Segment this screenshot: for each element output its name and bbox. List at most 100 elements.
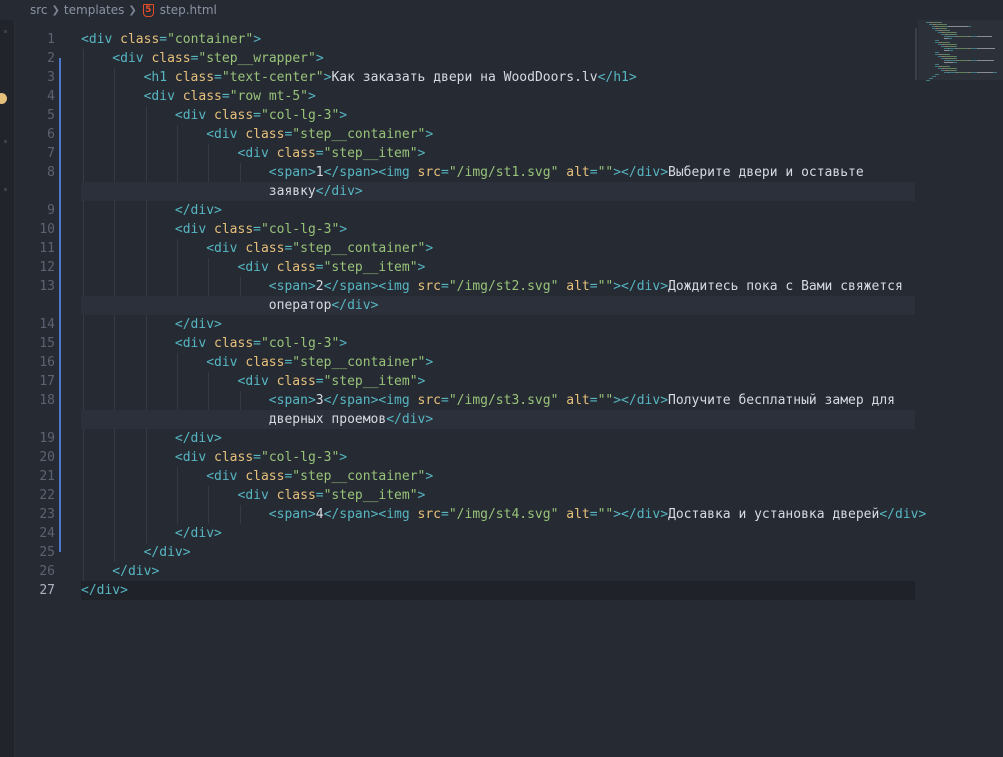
code-token: = <box>589 507 598 522</box>
code-line[interactable]: <div class="step__container"> <box>206 239 433 258</box>
minimap-token <box>959 48 967 49</box>
line-number: 18 <box>39 393 55 408</box>
minimap-token <box>938 40 939 41</box>
chevron-right-icon: ❯ <box>51 4 60 16</box>
minimap-token <box>934 22 941 23</box>
code-line[interactable]: <span>4</span><img src="/img/st4.svg" al… <box>269 505 927 524</box>
code-line[interactable]: <div class="col-lg-3"> <box>175 106 347 125</box>
code-token: src <box>417 507 442 522</box>
code-token: "step__item" <box>323 260 418 275</box>
line-number: 4 <box>47 89 55 104</box>
code-token: </ <box>143 545 160 560</box>
code-token: "col-lg-3" <box>261 222 340 237</box>
code-token: "col-lg-3" <box>261 450 340 465</box>
code-token: </ <box>879 507 895 522</box>
code-line[interactable]: <div class="step__wrapper"> <box>112 49 323 68</box>
code-token: span <box>339 279 371 294</box>
code-line[interactable]: <span>3</span><img src="/img/st3.svg" al… <box>269 391 895 410</box>
code-editor-window: src ❯ templates ❯ 5 step.html 1234567891… <box>0 0 1003 757</box>
code-token: = <box>253 450 261 465</box>
code-token: >< <box>370 393 387 408</box>
minimap-token <box>939 26 947 27</box>
code-token: >< <box>370 279 387 294</box>
minimap-token <box>949 58 956 59</box>
code-line[interactable]: </div> <box>81 581 128 600</box>
code-token: Дождитесь пока с Вами свяжется <box>668 279 903 294</box>
breadcrumb-item-file[interactable]: step.html <box>160 3 217 17</box>
code-token: < <box>174 450 183 465</box>
minimap-token <box>977 48 995 49</box>
line-number: 22 <box>39 488 55 503</box>
code-line[interactable]: </div> <box>112 562 159 581</box>
marker-icon <box>4 188 7 191</box>
code-line[interactable]: <div class="step__item"> <box>238 372 426 391</box>
code-token: < <box>174 108 183 123</box>
indent-guide <box>208 486 210 524</box>
code-token: = <box>441 165 449 180</box>
minimap-token <box>956 46 957 47</box>
code-token: > <box>307 393 316 408</box>
code-line[interactable]: оператор</div> <box>269 296 379 315</box>
code-area[interactable]: <div class="container"> <div class="step_… <box>81 20 926 620</box>
code-line[interactable]: </div> <box>175 524 222 543</box>
code-line[interactable]: </div> <box>175 201 222 220</box>
code-line[interactable]: <div class="step__container"> <box>206 353 433 372</box>
minimap-token <box>956 70 957 71</box>
code-line[interactable]: <div class="row mt-5"> <box>144 87 316 106</box>
code-line[interactable]: <div class="step__item"> <box>238 144 426 163</box>
code-line[interactable]: <div class="col-lg-3"> <box>175 334 347 353</box>
code-token: < <box>206 469 215 484</box>
code-line[interactable]: <div class="step__item"> <box>238 258 426 277</box>
code-token: div <box>120 51 144 66</box>
code-token: </ <box>315 184 332 199</box>
indent-guide <box>145 106 147 543</box>
code-line[interactable]: </div> <box>175 429 222 448</box>
code-line[interactable]: </div> <box>144 543 191 562</box>
code-token: div <box>245 260 269 275</box>
code-token: "step__item" <box>323 488 418 503</box>
code-token: < <box>268 279 277 294</box>
code-token: div <box>895 507 919 522</box>
code-token: < <box>268 393 277 408</box>
code-line[interactable]: дверных проемов</div> <box>269 410 433 429</box>
code-token: "step__container" <box>292 241 426 256</box>
wrapped-line-shade <box>81 182 915 201</box>
minimap-token <box>938 52 939 53</box>
code-line[interactable]: <h1 class="text-center">Как заказать две… <box>144 68 637 87</box>
code-token: class <box>151 51 191 66</box>
code-line[interactable]: <span>1</span><img src="/img/st1.svg" al… <box>269 163 864 182</box>
code-line[interactable]: <div class="container"> <box>81 30 261 49</box>
code-line[interactable]: <div class="col-lg-3"> <box>175 220 347 239</box>
code-token: > <box>339 336 348 351</box>
code-token: > <box>660 393 669 408</box>
code-line[interactable]: <div class="step__container"> <box>206 467 433 486</box>
minimap-token <box>948 26 968 27</box>
warning-dot-icon[interactable] <box>0 93 7 104</box>
code-token: < <box>174 336 183 351</box>
code-token: div <box>190 317 215 332</box>
code-line[interactable]: <div class="step__item"> <box>238 486 426 505</box>
code-token: заявку <box>268 184 316 199</box>
minimap-token <box>946 44 956 45</box>
code-line[interactable]: <div class="col-lg-3"> <box>175 448 347 467</box>
code-line[interactable]: <div class="step__container"> <box>206 125 433 144</box>
breadcrumb-item-src[interactable]: src <box>30 3 48 17</box>
code-token: < <box>206 127 215 142</box>
code-token: class <box>245 355 285 370</box>
minimap-token <box>944 62 953 63</box>
code-line[interactable]: <span>2</span><img src="/img/st2.svg" al… <box>269 277 903 296</box>
code-token: < <box>206 355 215 370</box>
breadcrumb-item-templates[interactable]: templates <box>64 3 124 17</box>
code-token: div <box>214 469 238 484</box>
code-token: ></ <box>613 279 637 294</box>
code-token: = <box>315 488 324 503</box>
code-line[interactable]: </div> <box>175 315 222 334</box>
indent-guide <box>83 49 84 581</box>
code-token: div <box>190 526 215 541</box>
code-line[interactable]: заявку</div> <box>269 182 363 201</box>
minimap[interactable] <box>918 20 1003 81</box>
